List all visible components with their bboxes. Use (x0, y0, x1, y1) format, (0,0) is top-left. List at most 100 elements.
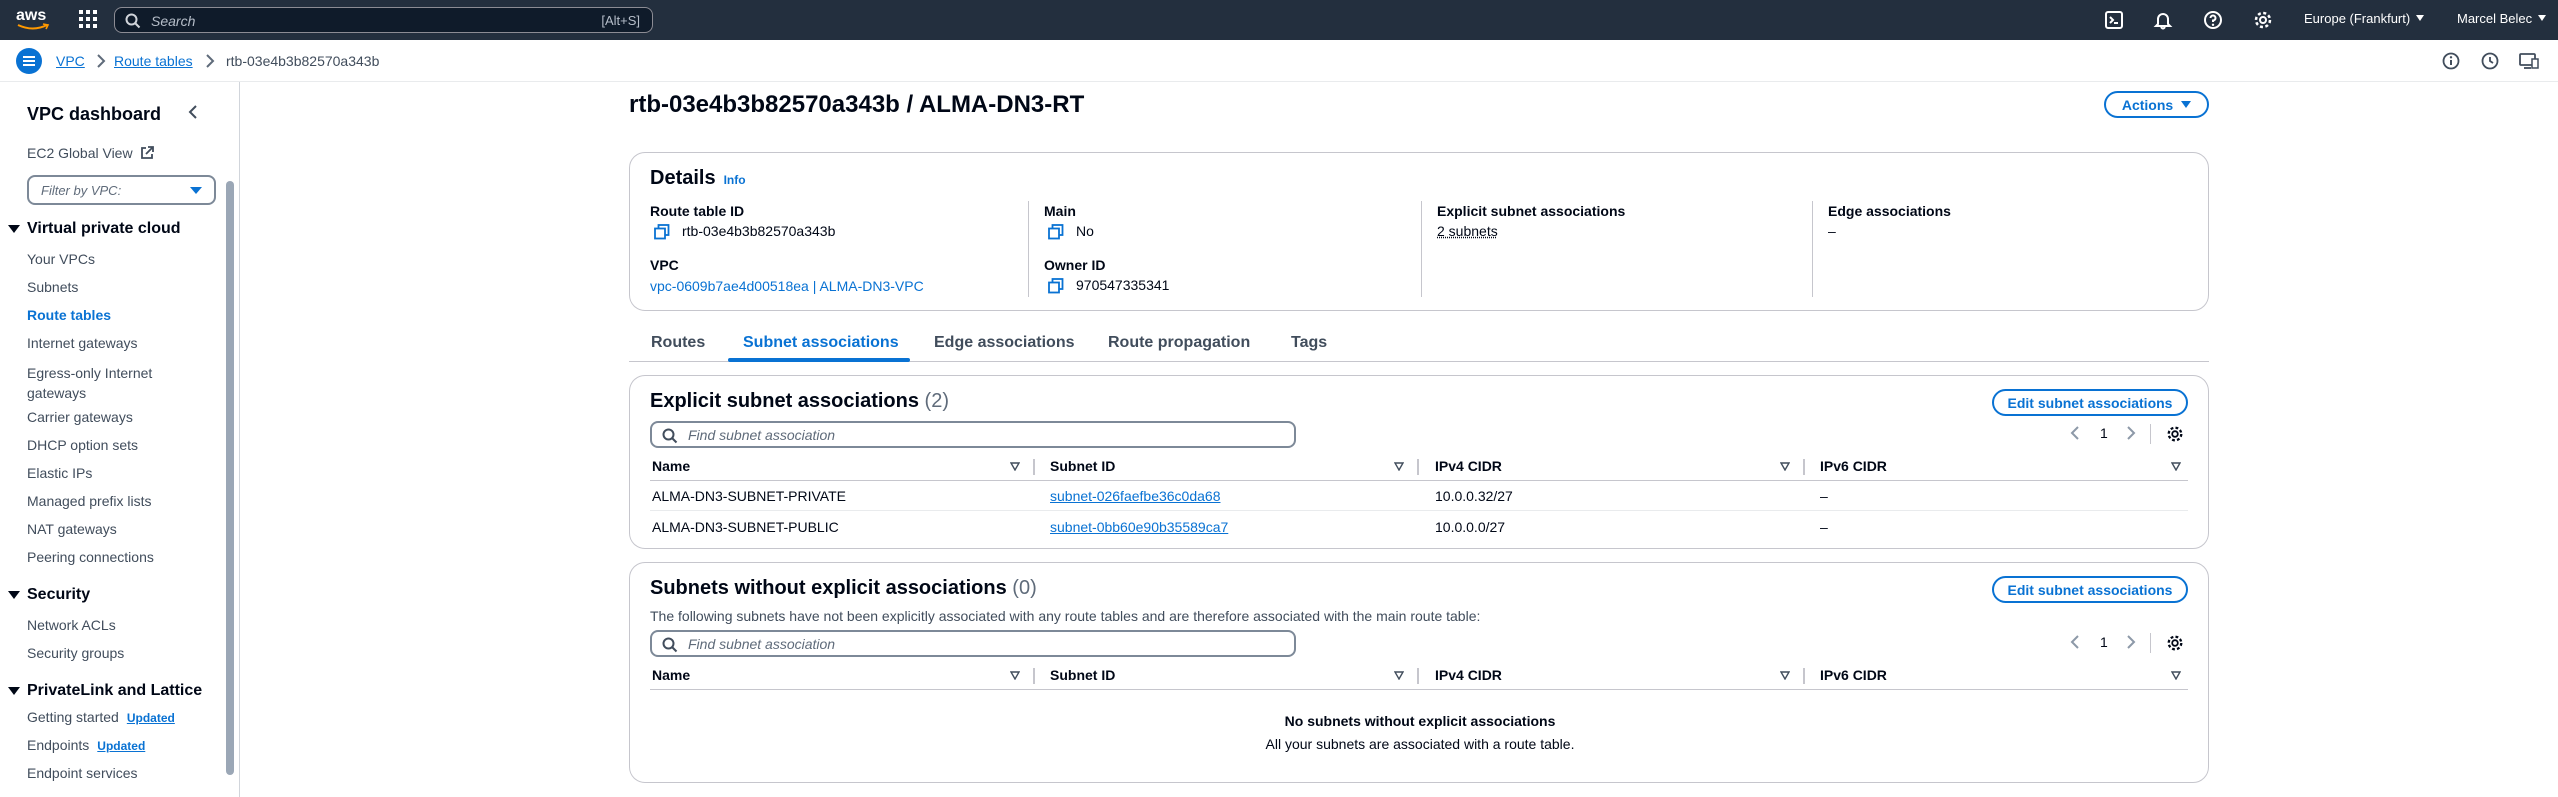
global-search-input[interactable]: Search [Alt+S] (114, 7, 653, 33)
region-selector[interactable]: Europe (Frankfurt) (2304, 11, 2425, 26)
column-header-ipv6-cidr[interactable]: IPv6 CIDR (1820, 458, 1887, 474)
column-resizer[interactable] (1803, 668, 1805, 684)
table-preferences-gear-icon[interactable] (2166, 634, 2184, 652)
sidebar-item-subnets[interactable]: Subnets (27, 279, 78, 295)
column-header-ipv4-cidr[interactable]: IPv4 CIDR (1435, 667, 1502, 683)
info-icon[interactable] (2442, 52, 2460, 70)
cell-subnet-id-link[interactable]: subnet-026faefbe36c0da68 (1050, 488, 1220, 504)
vpc-link[interactable]: vpc-0609b7ae4d00518ea | ALMA-DN3-VPC (650, 278, 924, 294)
column-header-name[interactable]: Name (652, 667, 690, 683)
sidenav-title[interactable]: VPC dashboard (27, 104, 161, 125)
explicit-associations-count: (2) (924, 390, 949, 412)
copy-icon[interactable] (1048, 278, 1064, 294)
account-name: Marcel Belec (2457, 11, 2533, 26)
sidebar-item-ec2-global-view[interactable]: EC2 Global View (27, 145, 155, 161)
column-resizer[interactable] (1033, 459, 1035, 475)
column-header-subnet-id[interactable]: Subnet ID (1050, 667, 1115, 683)
sort-caret-icon[interactable] (1780, 462, 1790, 471)
sidebar-item-network-acls[interactable]: Network ACLs (27, 617, 116, 633)
vpc-filter-select[interactable]: Filter by VPC: (27, 175, 216, 205)
column-header-ipv6-cidr[interactable]: IPv6 CIDR (1820, 667, 1887, 683)
tab-edge-associations[interactable]: Edge associations (934, 334, 1075, 352)
column-resizer[interactable] (1803, 459, 1805, 475)
menu-toggle-button[interactable] (16, 48, 42, 74)
section-expanded-icon[interactable] (8, 591, 20, 599)
breadcrumb-bar: VPC Route tables rtb-03e4b3b82570a343b (0, 40, 2558, 82)
section-expanded-icon[interactable] (8, 687, 20, 695)
sidebar-item-internet-gateways[interactable]: Internet gateways (27, 335, 138, 351)
breadcrumb-vpc[interactable]: VPC (56, 53, 85, 69)
sidebar-section-privatelink[interactable]: PrivateLink and Lattice (27, 682, 202, 700)
aws-logo[interactable]: aws (16, 7, 50, 31)
sidenav-scrollbar[interactable] (226, 181, 234, 775)
explicit-associations-value[interactable]: 2 subnets (1437, 223, 1498, 239)
pagination-page[interactable]: 1 (2100, 425, 2108, 441)
help-icon[interactable] (2203, 10, 2223, 30)
table-preferences-gear-icon[interactable] (2166, 425, 2184, 443)
notifications-bell-icon[interactable] (2153, 10, 2173, 30)
account-menu[interactable]: Marcel Belec (2457, 11, 2547, 26)
column-resizer[interactable] (1417, 459, 1419, 475)
column-resizer[interactable] (1417, 668, 1419, 684)
sort-caret-icon[interactable] (1394, 462, 1404, 471)
column-header-subnet-id[interactable]: Subnet ID (1050, 458, 1115, 474)
find-subnet-association-input[interactable]: Find subnet association (650, 421, 1296, 448)
sort-caret-icon[interactable] (2171, 462, 2181, 471)
sort-caret-icon[interactable] (1010, 462, 1020, 471)
section-expanded-icon[interactable] (8, 225, 20, 233)
sidebar-item-elastic-ips[interactable]: Elastic IPs (27, 465, 92, 481)
sort-caret-icon[interactable] (1780, 671, 1790, 680)
actions-button[interactable]: Actions (2104, 91, 2209, 118)
sidebar-item-nat-gateways[interactable]: NAT gateways (27, 521, 117, 537)
pagination-next-icon[interactable] (2126, 635, 2136, 649)
sidebar-item-getting-started[interactable]: Getting started Updated (27, 709, 175, 725)
pagination-page[interactable]: 1 (2100, 634, 2108, 650)
sidebar-item-endpoints[interactable]: Endpoints Updated (27, 737, 145, 753)
copy-icon[interactable] (654, 224, 670, 240)
find-subnet-association-input[interactable]: Find subnet association (650, 630, 1296, 657)
info-link[interactable]: Info (724, 173, 746, 187)
column-divider (1421, 201, 1422, 297)
breadcrumb-route-tables[interactable]: Route tables (114, 53, 193, 69)
updated-badge[interactable]: Updated (127, 711, 175, 725)
feedback-icon[interactable] (2481, 52, 2499, 70)
sidebar-section-security[interactable]: Security (27, 586, 90, 604)
settings-gear-icon[interactable] (2253, 10, 2273, 30)
sidebar-item-managed-prefix-lists[interactable]: Managed prefix lists (27, 493, 152, 509)
collapse-nav-icon[interactable] (186, 104, 200, 120)
column-header-ipv4-cidr[interactable]: IPv4 CIDR (1435, 458, 1502, 474)
search-shortcut: [Alt+S] (601, 13, 640, 28)
sidebar-item-your-vpcs[interactable]: Your VPCs (27, 251, 95, 267)
table-header-divider (650, 480, 2188, 481)
pagination-prev-icon[interactable] (2070, 426, 2080, 440)
sort-caret-icon[interactable] (2171, 671, 2181, 680)
column-resizer[interactable] (1033, 668, 1035, 684)
sort-caret-icon[interactable] (1394, 671, 1404, 680)
sidebar-item-egress-only-gateways[interactable]: Egress-only Internet gateways (27, 363, 207, 403)
cell-ipv6-cidr: – (1820, 519, 1828, 535)
tab-route-propagation[interactable]: Route propagation (1108, 334, 1250, 352)
sidebar-item-carrier-gateways[interactable]: Carrier gateways (27, 409, 133, 425)
tab-subnet-associations[interactable]: Subnet associations (743, 334, 899, 352)
services-grid-icon[interactable] (78, 9, 98, 29)
tab-tags[interactable]: Tags (1291, 334, 1327, 352)
edit-subnet-associations-button[interactable]: Edit subnet associations (1992, 576, 2188, 603)
sidebar-item-dhcp-option-sets[interactable]: DHCP option sets (27, 437, 138, 453)
cloudshell-icon[interactable] (2104, 10, 2124, 30)
sidebar-item-security-groups[interactable]: Security groups (27, 645, 124, 661)
sidebar-item-route-tables[interactable]: Route tables (27, 307, 111, 323)
sidebar-item-endpoint-services[interactable]: Endpoint services (27, 765, 138, 781)
display-settings-icon[interactable] (2519, 52, 2539, 70)
pagination-next-icon[interactable] (2126, 426, 2136, 440)
cell-subnet-id-link[interactable]: subnet-0bb60e90b35589ca7 (1050, 519, 1228, 535)
updated-badge[interactable]: Updated (97, 739, 145, 753)
pagination-prev-icon[interactable] (2070, 635, 2080, 649)
sort-caret-icon[interactable] (1010, 671, 1020, 680)
sidebar-section-vpc[interactable]: Virtual private cloud (27, 220, 181, 238)
tab-routes[interactable]: Routes (651, 334, 705, 352)
sidebar-item-peering-connections[interactable]: Peering connections (27, 549, 154, 565)
column-header-name[interactable]: Name (652, 458, 690, 474)
active-tab-indicator (728, 358, 910, 362)
copy-icon[interactable] (1048, 224, 1064, 240)
edit-subnet-associations-button[interactable]: Edit subnet associations (1992, 389, 2188, 416)
